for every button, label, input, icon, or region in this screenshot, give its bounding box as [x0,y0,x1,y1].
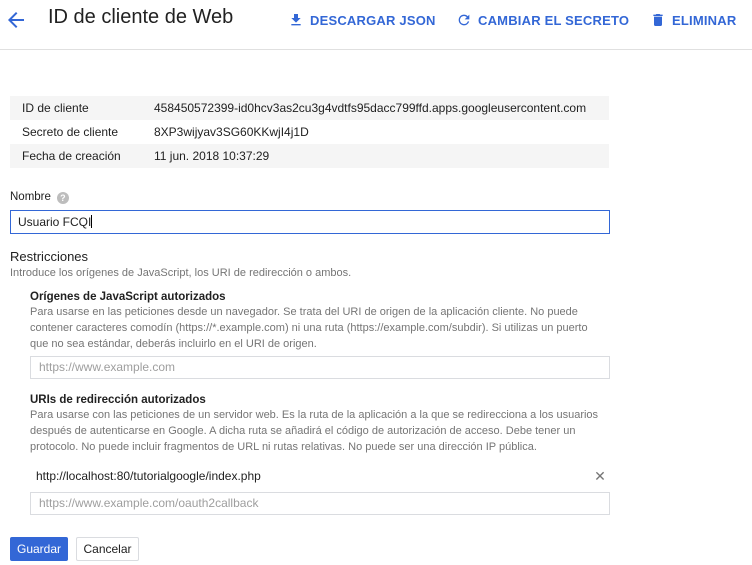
creation-date-row: Fecha de creación 11 jun. 2018 10:37:29 [10,144,609,168]
client-secret-key: Secreto de cliente [22,125,119,139]
name-label: Nombre [10,191,51,203]
refresh-icon [458,14,470,26]
restrictions-description: Introduce los orígenes de JavaScript, lo… [10,267,352,279]
redirect-uri-input[interactable]: https://www.example.com/oauth2callback [30,492,610,515]
client-secret-row: Secreto de cliente 8XP3wijyav3SG60KKwjI4… [10,120,609,144]
restrictions-title: Restricciones [10,249,89,264]
trash-icon [653,14,663,26]
redirect-desc-line: Para usarse con las peticiones de un ser… [30,409,599,421]
change-secret-button[interactable]: CAMBIAR EL SECRETO [456,9,629,31]
client-id-row: ID de cliente 458450572399-id0hcv3as2cu3… [10,96,609,120]
download-json-label: DESCARGAR JSON [310,12,436,28]
redirect-desc-line: después de autenticarse en Google. A dic… [30,425,576,437]
download-json-button[interactable]: DESCARGAR JSON [288,9,436,31]
creation-date-value: 11 jun. 2018 10:37:29 [154,149,270,163]
redirect-desc-line: protocolo. No puede incluir fragmentos d… [30,441,537,453]
redirect-uri-entry[interactable]: http://localhost:80/tutorialgoogle/index… [30,463,610,489]
name-label-wrap: Nombre? [10,191,69,204]
back-arrow-icon[interactable] [4,8,28,32]
redirect-uri-placeholder: https://www.example.com/oauth2callback [39,496,259,510]
js-origin-placeholder: https://www.example.com [39,360,176,374]
download-icon [291,14,301,26]
page-title: ID de cliente de Web [48,6,234,28]
name-input-value: Usuario FCQI [18,215,92,229]
redirect-uri-value[interactable]: http://localhost:80/tutorialgoogle/index… [30,469,590,483]
js-origin-input[interactable]: https://www.example.com [30,356,610,379]
redirect-uris-description: Para usarse con las peticiones de un ser… [30,407,598,455]
js-origins-title: Orígenes de JavaScript autorizados [30,291,226,303]
redirect-uris-title: URIs de redirección autorizados [30,394,206,406]
remove-uri-icon[interactable]: ✕ [590,468,610,485]
save-button[interactable]: Guardar [10,537,68,561]
client-id-value: 458450572399-id0hcv3as2cu3g4vdtfs95dacc7… [154,101,587,115]
js-origins-desc-line: Para usarse en las peticiones desde un n… [30,306,578,318]
client-info-table: ID de cliente 458450572399-id0hcv3as2cu3… [10,96,609,168]
name-input[interactable]: Usuario FCQI [10,210,610,234]
change-secret-label: CAMBIAR EL SECRETO [478,12,630,28]
help-icon[interactable]: ? [56,192,69,204]
client-secret-value: 8XP3wijyav3SG60KKwjI4j1D [154,125,309,139]
client-id-key: ID de cliente [22,101,89,115]
cancel-button[interactable]: Cancelar [76,537,139,561]
js-origins-description: Para usarse en las peticiones desde un n… [30,304,588,352]
js-origins-desc-line: que no sea estándar, deberás incluirlo e… [30,338,317,350]
delete-button[interactable]: ELIMINAR [650,9,736,31]
page-header: ID de cliente de Web DESCARGAR JSON CAMB… [0,0,752,50]
delete-label: ELIMINAR [672,12,737,28]
js-origins-desc-line: contener caracteres comodín (https://*.e… [30,322,588,334]
text-caret [91,215,93,228]
creation-date-key: Fecha de creación [22,149,121,163]
